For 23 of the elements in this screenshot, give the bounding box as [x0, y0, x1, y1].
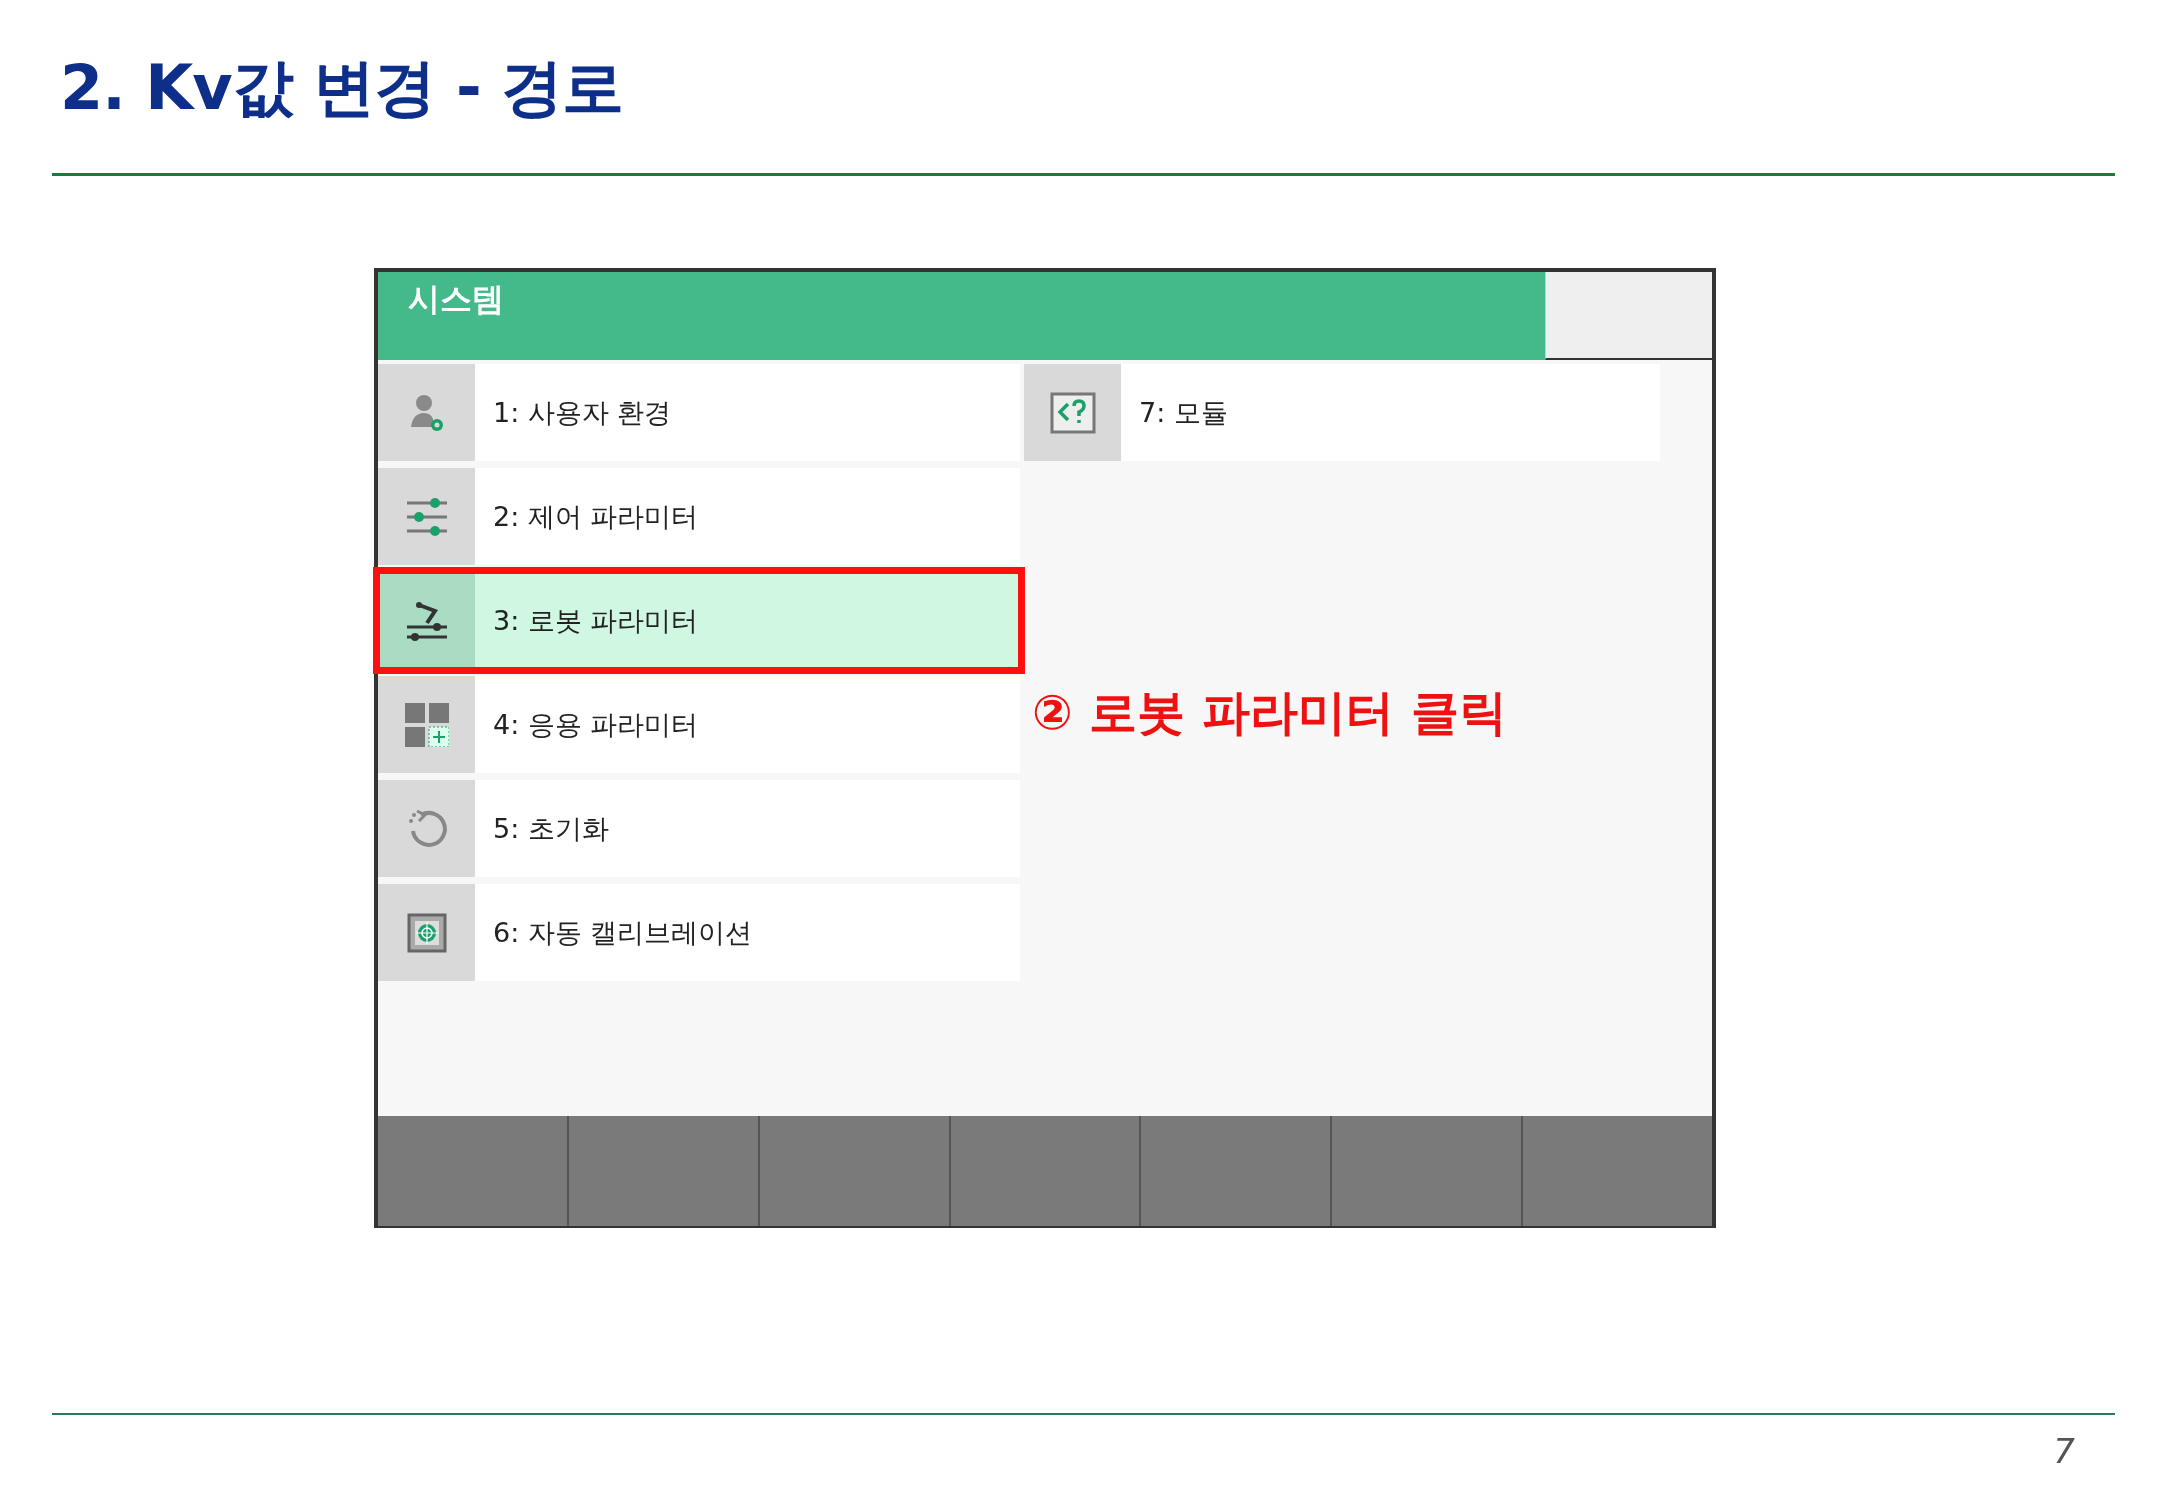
menu-item[interactable]: 1: 사용자 환경 [378, 364, 1020, 461]
softkey[interactable] [378, 1116, 567, 1226]
softkey[interactable] [1332, 1116, 1522, 1226]
target-icon [406, 912, 447, 953]
grid-icon [404, 702, 449, 747]
menu-item[interactable]: 5: 초기화 [378, 780, 1020, 877]
softkey[interactable] [1523, 1116, 1712, 1226]
sliders-icon [404, 496, 449, 537]
annotation-text: ② 로봇 파라미터 클릭 [1032, 683, 1507, 742]
softkey[interactable] [950, 1116, 1140, 1226]
slide-title: 2. Kv값 변경 - 경로 [60, 50, 625, 126]
softkey[interactable] [568, 1116, 758, 1226]
page-number: 7 [2053, 1431, 2075, 1471]
softkey[interactable] [1141, 1116, 1331, 1226]
code-icon [1049, 391, 1096, 434]
menu-item[interactable]: 4: 응용 파라미터 [378, 676, 1020, 773]
header-title: 시스템 [408, 280, 504, 318]
user-gear-icon [408, 392, 445, 433]
menu-item[interactable]: 6: 자동 캘리브레이션 [378, 884, 1020, 981]
robot-arm-icon [404, 600, 449, 641]
menu-item[interactable]: 2: 제어 파라미터 [378, 468, 1020, 565]
menu-item[interactable]: 7: 모듈 [1024, 364, 1660, 461]
softkey[interactable] [759, 1116, 949, 1226]
